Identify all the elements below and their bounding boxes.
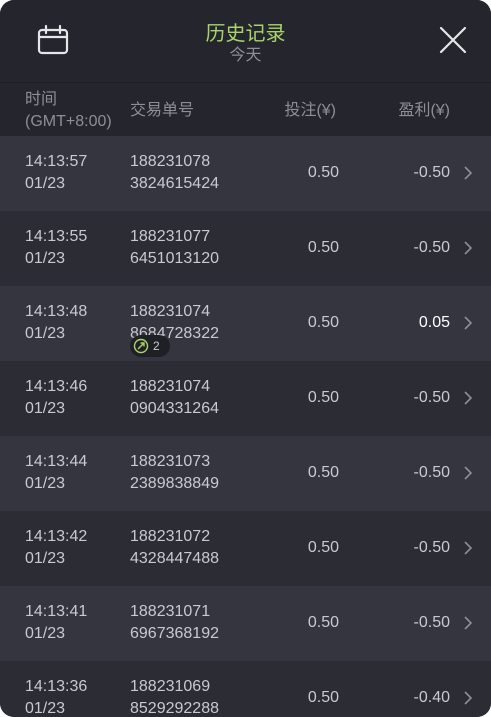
chevron-right-icon (464, 166, 473, 180)
row-order-line1: 188231072 (130, 528, 211, 545)
link-icon (133, 338, 149, 354)
row-time-value: 14:13:41 (25, 603, 88, 620)
row-order-line1: 188231077 (130, 228, 211, 245)
row-order-line1: 188231073 (130, 453, 211, 470)
row-date-value: 01/23 (25, 550, 66, 567)
row-order-line1: 188231069 (130, 678, 211, 695)
row-order-line2: 0904331264 (130, 400, 219, 417)
row-order-number: 188231071 6967368192 (130, 601, 219, 645)
row-order-line1: 188231074 (130, 378, 211, 395)
row-time: 14:13:42 01/23 (25, 526, 87, 570)
row-bet: 0.50 (307, 314, 339, 331)
row-bet: 0.50 (307, 464, 339, 481)
column-header-order: 交易单号 (130, 102, 195, 119)
row-date-value: 01/23 (25, 625, 66, 642)
history-row[interactable]: 14:13:42 01/23 188231072 4328447488 0.50 -0.5… (0, 511, 491, 586)
row-profit: -0.50 (413, 614, 450, 631)
row-bet: 0.50 (307, 539, 339, 556)
row-time: 14:13:48 01/23 (25, 301, 87, 345)
row-time-value: 14:13:44 (25, 453, 88, 470)
column-header-time-label: 时间 (25, 91, 58, 108)
row-profit: -0.50 (413, 464, 450, 481)
row-order-number: 188231072 4328447488 (130, 526, 219, 570)
row-date-value: 01/23 (25, 700, 66, 717)
row-profit: 0.05 (418, 314, 450, 331)
row-order-number: 188231069 8529292288 (130, 676, 219, 717)
page-title: 历史记录 (205, 23, 286, 45)
row-time: 14:13:41 01/23 (25, 601, 87, 645)
row-time: 14:13:57 01/23 (25, 151, 87, 195)
row-time: 14:13:55 01/23 (25, 226, 87, 270)
row-bet: 0.50 (307, 239, 339, 256)
history-panel: 历史记录 今天 时间 (GMT+8:00) 交易单号 投注(¥) 盈利(¥) 1… (0, 0, 491, 717)
chevron-right-icon (464, 691, 473, 705)
column-header-profit: 盈利(¥) (398, 102, 450, 119)
row-order-line1: 188231078 (130, 153, 211, 170)
date-filter-label: 今天 (229, 47, 262, 64)
history-row[interactable]: 14:13:48 01/23 188231074 8684728322 0.50 0.05… (0, 286, 491, 361)
row-order-number: 188231073 2389838849 (130, 451, 219, 495)
row-time-value: 14:13:48 (25, 303, 88, 320)
row-bet: 0.50 (307, 389, 339, 406)
chevron-right-icon (464, 316, 473, 330)
row-time-value: 14:13:46 (25, 378, 88, 395)
header: 历史记录 今天 (0, 0, 491, 82)
row-date-value: 01/23 (25, 475, 66, 492)
column-header-bet: 投注(¥) (284, 102, 336, 119)
chevron-right-icon (464, 241, 473, 255)
history-row[interactable]: 14:13:57 01/23 188231078 3824615424 0.50 -0.5… (0, 136, 491, 211)
badge-count: 2 (153, 339, 160, 353)
row-time-value: 14:13:57 (25, 153, 88, 170)
row-order-line2: 3824615424 (130, 175, 219, 192)
row-order-number: 188231074 0904331264 (130, 376, 219, 420)
chevron-right-icon (464, 616, 473, 630)
row-profit: -0.50 (413, 239, 450, 256)
chevron-right-icon (464, 541, 473, 555)
row-profit: -0.50 (413, 389, 450, 406)
row-order-line2: 2389838849 (130, 475, 219, 492)
row-order-line1: 188231071 (130, 603, 211, 620)
row-bet: 0.50 (307, 164, 339, 181)
row-time-value: 14:13:55 (25, 228, 88, 245)
row-time: 14:13:36 01/23 (25, 676, 87, 717)
row-order-line1: 188231074 (130, 303, 211, 320)
chevron-right-icon (464, 466, 473, 480)
row-bet: 0.50 (307, 614, 339, 631)
row-order-line2: 6451013120 (130, 250, 219, 267)
row-profit: -0.50 (413, 539, 450, 556)
column-header: 时间 (GMT+8:00) 交易单号 投注(¥) 盈利(¥) (0, 82, 491, 137)
row-date-value: 01/23 (25, 400, 66, 417)
row-order-number: 188231078 3824615424 (130, 151, 219, 195)
close-icon[interactable] (438, 25, 468, 55)
row-time: 14:13:46 01/23 (25, 376, 87, 420)
column-header-time: 时间 (GMT+8:00) (25, 89, 112, 133)
row-time-value: 14:13:36 (25, 678, 88, 695)
row-date-value: 01/23 (25, 325, 66, 342)
row-time: 14:13:44 01/23 (25, 451, 87, 495)
row-order-line2: 4328447488 (130, 550, 219, 567)
row-profit: -0.40 (413, 689, 450, 706)
column-header-timezone: (GMT+8:00) (25, 113, 112, 130)
row-bet: 0.50 (307, 689, 339, 706)
history-row[interactable]: 14:13:36 01/23 188231069 8529292288 0.50 -0.4… (0, 661, 491, 717)
chevron-right-icon (464, 391, 473, 405)
row-profit: -0.50 (413, 164, 450, 181)
row-date-value: 01/23 (25, 250, 66, 267)
row-time-value: 14:13:42 (25, 528, 88, 545)
history-row[interactable]: 14:13:41 01/23 188231071 6967368192 0.50 -0.5… (0, 586, 491, 661)
row-date-value: 01/23 (25, 175, 66, 192)
history-row[interactable]: 14:13:46 01/23 188231074 0904331264 0.50 -0.5… (0, 361, 491, 436)
history-row[interactable]: 14:13:44 01/23 188231073 2389838849 0.50 -0.5… (0, 436, 491, 511)
history-row[interactable]: 14:13:55 01/23 188231077 6451013120 0.50 -0.5… (0, 211, 491, 286)
row-order-line2: 6967368192 (130, 625, 219, 642)
row-order-line2: 8529292288 (130, 700, 219, 717)
row-order-number: 188231077 6451013120 (130, 226, 219, 270)
linked-count-badge: 2 (130, 335, 170, 357)
